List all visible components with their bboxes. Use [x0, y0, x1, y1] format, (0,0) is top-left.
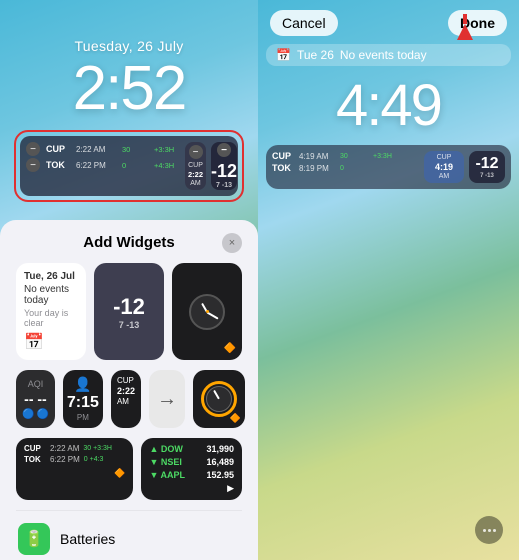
left-date: Tuesday, 26 July: [74, 38, 183, 54]
right-cup-widget: CUP 4:19 AM: [424, 151, 464, 183]
dow-row: ▲ DOW 31,990: [149, 444, 234, 454]
arrow-up: [457, 24, 473, 40]
time-widget[interactable]: 👤 7:15 PM: [63, 370, 103, 428]
list-item-batteries[interactable]: 🔋 Batteries: [16, 519, 242, 559]
clock-center-dot: [206, 310, 209, 313]
tok-change2: +4:3H: [154, 161, 180, 170]
modal-list: 🔋 Batteries 📅 Calendar: [16, 510, 242, 560]
dot1: [483, 529, 486, 532]
add-widgets-modal: Add Widgets × Tue, 26 Jul No events toda…: [0, 220, 258, 560]
tok-change: 0: [122, 161, 148, 170]
ticker-row-cup: − CUP 2:22 AM 30 +3:3H: [26, 142, 180, 156]
aqi-icons: 🔵 🔵: [22, 409, 49, 420]
widget-grid-row2: AQI -- -- 🔵 🔵 👤 7:15 PM CUP 2:22 AM →: [16, 370, 242, 428]
widget-inner: − CUP 2:22 AM 30 +3:3H − TOK 6:22 PM 0 +…: [20, 136, 238, 196]
tok-label: TOK: [46, 160, 70, 170]
minus-btn-small-cup[interactable]: −: [189, 145, 203, 159]
cup-time: 2:22 AM: [76, 145, 116, 154]
arrow-widget[interactable]: →: [149, 370, 185, 428]
cup-change2: +3:3H: [154, 145, 180, 154]
ticker-row-tok: − TOK 6:22 PM 0 +4:3H: [26, 158, 180, 172]
dot2: [488, 529, 491, 532]
aqi-widget[interactable]: AQI -- -- 🔵 🔵: [16, 370, 55, 428]
calendar-small-icon: 📅: [276, 48, 291, 62]
minus-btn-tok[interactable]: −: [26, 158, 40, 172]
orange-ring: [201, 381, 237, 417]
person-icon: 👤: [74, 376, 91, 393]
batteries-icon: 🔋: [18, 523, 50, 555]
right-widget-row: CUP 4:19 AM 30 +3:3H TOK 8:19 PM 0 CUP 4…: [266, 145, 511, 189]
tok-time: 6:22 PM: [76, 161, 116, 170]
cancel-button[interactable]: Cancel: [270, 10, 338, 36]
dot3: [493, 529, 496, 532]
small-cup-widget: − CUP 2:22 AM: [185, 142, 206, 190]
right-tok-row: TOK 8:19 PM 0: [272, 163, 419, 173]
right-date-bar: 📅 Tue 26 No events today: [266, 44, 511, 66]
cup-modal-widget[interactable]: CUP 2:22 AM: [111, 370, 141, 428]
orange-clock-widget[interactable]: 🔶: [193, 370, 245, 428]
right-neg12-widget: -12 7 -13: [469, 151, 505, 183]
ticker-modal-widget[interactable]: CUP 2:22 AM 30 +3:3H TOK 6:22 PM 0 +4:3 …: [16, 438, 133, 500]
right-cup-row: CUP 4:19 AM 30 +3:3H: [272, 151, 419, 161]
modal-close-button[interactable]: ×: [222, 233, 242, 253]
right-time: 4:49: [336, 72, 441, 139]
right-top-bar: Cancel Done: [258, 0, 519, 40]
modal-header: Add Widgets ×: [16, 234, 242, 251]
clock2-hour: [213, 390, 220, 400]
arrow-stem: [463, 14, 467, 24]
right-ticker-table: CUP 4:19 AM 30 +3:3H TOK 8:19 PM 0: [272, 151, 419, 183]
widget-highlight-container: − CUP 2:22 AM 30 +3:3H − TOK 6:22 PM 0 +…: [14, 130, 244, 202]
stocks-widget[interactable]: ▲ DOW 31,990 ▼ NSEI 16,489 ▼ AAPL 152.95…: [141, 438, 242, 500]
inner-clock: [206, 386, 232, 412]
widget-grid-row1: Tue, 26 Jul No events today Your day is …: [16, 263, 242, 360]
right-no-events: No events today: [340, 48, 427, 62]
minus-btn-cup[interactable]: −: [26, 142, 40, 156]
calendar-icon: 📅: [24, 332, 78, 352]
calendar-widget[interactable]: Tue, 26 Jul No events today Your day is …: [16, 263, 86, 360]
more-options-button[interactable]: [475, 516, 503, 544]
right-date: Tue 26: [297, 48, 334, 62]
neg12-modal-widget[interactable]: -12 7 -13: [94, 263, 164, 360]
neg12-widget-left: − -12 7 -13: [211, 142, 237, 190]
right-panel: Cancel Done 📅 Tue 26 No events today 4:4…: [258, 0, 519, 560]
widget-grid-row3: CUP 2:22 AM 30 +3:3H TOK 6:22 PM 0 +4:3 …: [16, 438, 242, 500]
aapl-row: ▼ AAPL 152.95: [149, 470, 234, 480]
ticker-table: − CUP 2:22 AM 30 +3:3H − TOK 6:22 PM 0 +…: [26, 142, 180, 190]
modal-title: Add Widgets: [83, 234, 175, 251]
clock-widget[interactable]: 🔶: [172, 263, 242, 360]
cup-label: CUP: [46, 144, 70, 154]
clock-face: [189, 294, 225, 330]
cup-change: 30: [122, 145, 148, 154]
left-panel: Tuesday, 26 July 2:52 − CUP 2:22 AM 30 +…: [0, 0, 258, 560]
nsei-row: ▼ NSEI 16,489: [149, 457, 234, 467]
arrow-indicator: [457, 14, 473, 40]
left-time: 2:52: [73, 58, 186, 120]
minus-btn-neg12[interactable]: −: [217, 143, 231, 157]
